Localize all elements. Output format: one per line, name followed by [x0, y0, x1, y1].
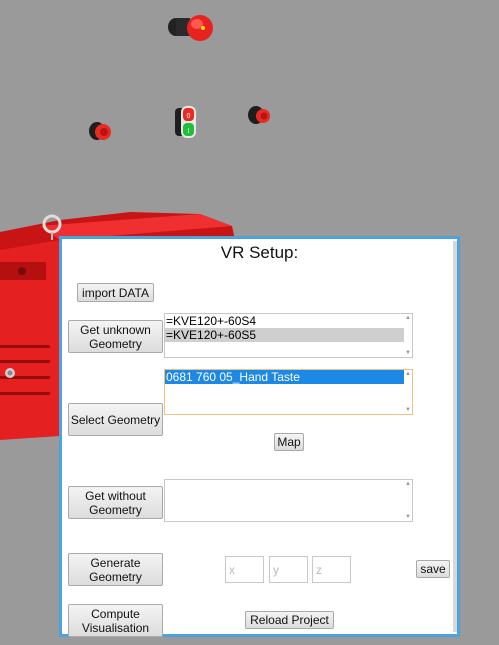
- select-geometry-button[interactable]: Select Geometry: [68, 403, 163, 436]
- mushroom-button-model[interactable]: [168, 15, 213, 41]
- list-item[interactable]: =KVE120+-60S5: [165, 328, 404, 342]
- list-scrollbar[interactable]: ▲ ▼: [405, 315, 411, 356]
- z-coordinate-input[interactable]: [312, 556, 351, 583]
- list-scrollbar[interactable]: ▲ ▼: [405, 371, 411, 413]
- compute-visualisation-button[interactable]: Compute Visualisation: [68, 604, 163, 637]
- without-geometry-list[interactable]: ▲ ▼: [164, 479, 413, 522]
- x-coordinate-input[interactable]: [225, 556, 264, 583]
- y-coordinate-input[interactable]: [269, 556, 308, 583]
- pushbutton-pair-model[interactable]: 0 I: [175, 106, 196, 138]
- reload-project-button[interactable]: Reload Project: [245, 611, 334, 629]
- round-button-model-right[interactable]: [248, 106, 270, 124]
- get-without-geometry-button[interactable]: Get without Geometry: [68, 486, 163, 519]
- scroll-up-icon[interactable]: ▲: [405, 481, 411, 487]
- scroll-up-icon[interactable]: ▲: [405, 371, 411, 377]
- round-button-model-left[interactable]: [89, 122, 111, 140]
- selected-geometry-list[interactable]: 0681 760 05_Hand Taste ▲ ▼: [164, 369, 413, 415]
- vr-setup-panel: VR Setup: import DATA Get unknown Geomet…: [59, 236, 460, 637]
- map-button[interactable]: Map: [274, 433, 304, 451]
- scroll-up-icon[interactable]: ▲: [405, 315, 411, 321]
- list-item[interactable]: 0681 760 05_Hand Taste: [165, 370, 404, 384]
- import-data-button[interactable]: import DATA: [77, 283, 154, 302]
- panel-scrollbar[interactable]: [453, 241, 457, 632]
- panel-title: VR Setup:: [220, 243, 299, 262]
- list-scrollbar[interactable]: ▲ ▼: [405, 481, 411, 520]
- get-unknown-geometry-button[interactable]: Get unknown Geometry: [68, 320, 163, 353]
- scroll-down-icon[interactable]: ▼: [405, 514, 411, 520]
- list-item[interactable]: =KVE120+-60S4: [165, 314, 404, 328]
- svg-text:I: I: [188, 128, 190, 135]
- generate-geometry-button[interactable]: Generate Geometry: [68, 553, 163, 586]
- svg-text:0: 0: [187, 113, 191, 120]
- scroll-down-icon[interactable]: ▼: [405, 407, 411, 413]
- scroll-down-icon[interactable]: ▼: [405, 350, 411, 356]
- unknown-geometry-list[interactable]: =KVE120+-60S4 =KVE120+-60S5 ▲ ▼: [164, 313, 413, 358]
- save-button[interactable]: save: [416, 560, 450, 578]
